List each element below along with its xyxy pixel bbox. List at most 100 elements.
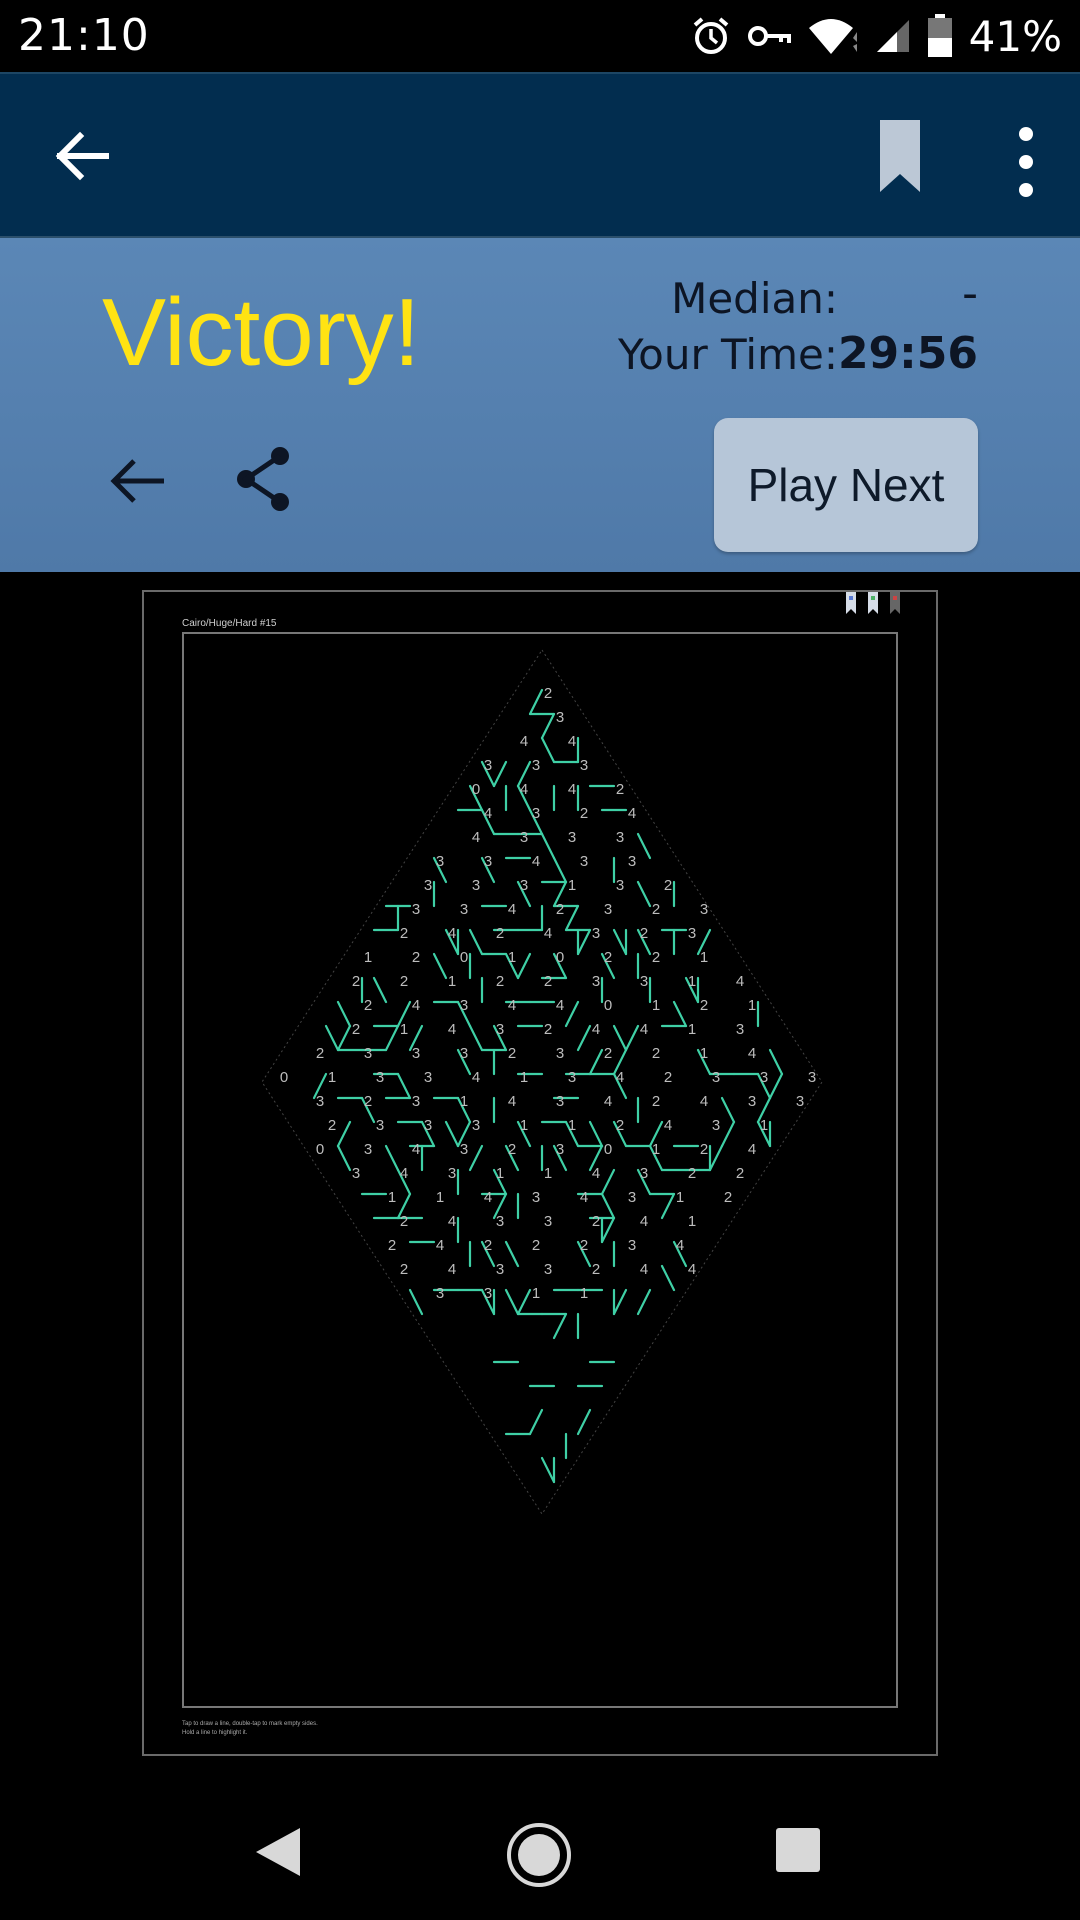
nav-home-icon[interactable] [506,1822,572,1888]
clue-number: 4 [412,1141,420,1158]
bookmark-icon[interactable] [878,120,922,194]
loop-segment [612,928,628,956]
clue-number: 3 [808,1069,816,1086]
loop-segment [384,1144,400,1172]
loop-segment [720,1120,736,1148]
clue-number: 4 [700,1093,708,1110]
loop-segment [528,1408,544,1436]
clue-number: 3 [424,877,432,894]
clue-number: 2 [544,973,552,990]
puzzle-board[interactable]: 234 43 3 30 4 4 24 3 2 44 3 3 33 3 4 3 33 3 3 1 3 23 3 4 2 3 2 32 4 2… [144,592,940,1758]
loop-segment [600,1192,616,1220]
play-next-button[interactable]: Play Next [714,418,978,552]
clue-number: 1 [436,1189,444,1206]
clue-number: 0 [604,997,612,1014]
arrow-back-icon[interactable] [108,456,166,506]
puzzle-help: Tap to draw a line, double-tap to mark e… [182,1720,482,1738]
loop-segment [336,1144,352,1172]
clue-number: 4 [484,805,492,822]
share-icon[interactable] [234,446,294,512]
clue-number: 3 [532,1189,540,1206]
clue-number: 1 [760,1117,768,1134]
clue-number: 2 [604,1045,612,1062]
clue-number: 4 [472,829,480,846]
clue-number: 3 [640,973,648,990]
clue-number: 4 [472,1069,480,1086]
clue-number: 2 [400,973,408,990]
help-line-1: Tap to draw a line, double-tap to mark e… [182,1721,318,1727]
clue-number: 0 [316,1141,324,1158]
clue-number: 1 [508,949,516,966]
loop-segment [528,688,544,716]
clue-number: 2 [508,1141,516,1158]
clue-number: 1 [580,1285,588,1302]
loop-segment [552,856,568,884]
clue-number: 3 [460,1045,468,1062]
clue-number: 2 [316,1045,324,1062]
clue-number: 2 [556,901,564,918]
clue-number: 3 [544,1261,552,1278]
clue-number: 3 [412,1093,420,1110]
clue-number: 2 [328,1117,336,1134]
more-vert-icon[interactable] [1006,122,1046,202]
clue-number: 2 [532,1237,540,1254]
clue-number: 3 [496,1261,504,1278]
clue-number: 1 [544,1165,552,1182]
loop-segment [540,832,556,860]
clue-number: 1 [688,1021,696,1038]
clue-number: 4 [532,853,540,870]
clue-number: 3 [628,1237,636,1254]
clue-number: 1 [748,997,756,1014]
clue-number: 1 [364,949,372,966]
clue-number: 4 [520,781,528,798]
clue-number: 2 [700,1141,708,1158]
clue-number: 3 [556,1045,564,1062]
clue-number: 2 [616,781,624,798]
clue-number: 4 [484,1189,492,1206]
clue-number: 3 [532,805,540,822]
clue-number: 3 [364,1045,372,1062]
clue-number: 2 [664,1069,672,1086]
nav-back-icon[interactable] [254,1826,302,1878]
nav-recents-icon[interactable] [776,1828,820,1872]
loop-segment [468,1144,484,1172]
clue-number: 4 [592,1021,600,1038]
clue-number: 2 [604,949,612,966]
clue-number: 4 [448,1213,456,1230]
clue-number: 4 [580,1189,588,1206]
clue-number: 2 [400,1261,408,1278]
clue-number: 1 [700,949,708,966]
clue-number: 2 [544,1021,552,1038]
clue-number: 3 [364,1141,372,1158]
clue-number: 4 [448,925,456,942]
loop-segment [588,1120,604,1148]
clue-number: 3 [556,709,564,726]
loop-segment [564,904,580,932]
loop-segment [576,1408,592,1436]
clue-number: 1 [328,1069,336,1086]
clue-number: 2 [700,997,708,1014]
clue-number: 3 [412,1045,420,1062]
arrow-back-icon[interactable] [52,126,112,186]
clue-number: 3 [412,901,420,918]
clue-number: 3 [472,877,480,894]
clue-number: 4 [748,1141,756,1158]
loop-segment [516,952,532,980]
status-icons: 41% [691,10,1062,62]
clue-number: 4 [556,997,564,1014]
clue-number: 3 [484,853,492,870]
clue-number: 3 [700,901,708,918]
clue-number: 1 [520,1117,528,1134]
loop-segment [588,1048,604,1076]
clue-number: 2 [592,1261,600,1278]
help-line-2: Hold a line to highlight it. [182,1730,248,1736]
clue-number: 3 [484,1285,492,1302]
clue-number: 4 [568,733,576,750]
clue-number: 1 [688,973,696,990]
clue-number: 2 [400,1213,408,1230]
loop-segment [624,1024,640,1052]
clue-number: 1 [520,1069,528,1086]
clue-number: 4 [736,973,744,990]
clue-number: 1 [568,877,576,894]
clue-number: 1 [496,1165,504,1182]
